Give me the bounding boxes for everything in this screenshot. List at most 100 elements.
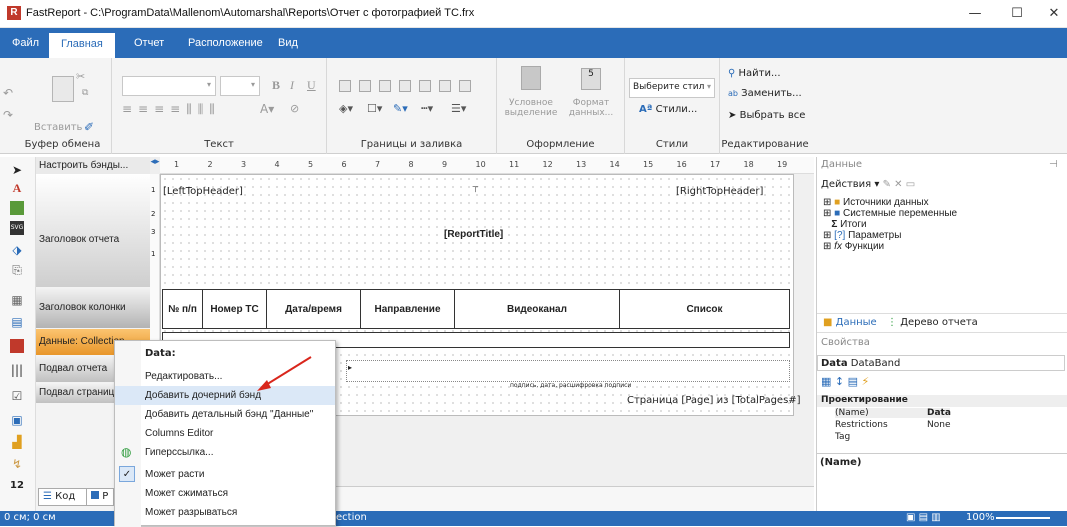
tree-totals[interactable]: Σ Итоги [823,219,957,230]
tab-report-tree[interactable]: ⋮ Дерево отчета [887,317,978,328]
border-none-icon[interactable] [439,80,451,92]
col-videochannel[interactable]: Видеоканал [454,289,620,329]
paste-icon[interactable] [52,76,74,102]
title-bar: R FastReport - C:\ProgramData\Mallenom\A… [0,0,1067,28]
find-button[interactable]: ⚲ Найти... [728,68,781,79]
tab-home[interactable]: Главная [49,33,115,58]
tab-report[interactable]: Отчет [134,37,164,49]
menu-add-detail-band[interactable]: Добавить детальный бэнд "Данные" [115,405,335,424]
data-format-button[interactable]: Формат данных... [563,98,619,118]
prop-restrictions-value[interactable]: None [927,420,1047,430]
align-icons[interactable]: ≡≡≡≡⫼⫼⫼ [122,102,221,117]
expand-icon[interactable]: ▸ [348,363,352,372]
select-all-button[interactable]: ➤ Выбрать все [728,110,805,121]
object-selector[interactable]: Data DataBand [817,355,1065,371]
tab-data[interactable]: ■ Данные [823,317,877,328]
tab-layout[interactable]: Расположение [188,37,263,49]
text-object-icon[interactable]: A [10,181,24,195]
sparkline-icon[interactable]: ↯ [10,457,24,471]
menu-columns-editor[interactable]: Columns Editor [115,424,335,443]
chart-icon[interactable]: ▟ [10,435,24,449]
tree-datasources[interactable]: ⊞ ■ Источники данных [823,197,957,208]
coords-readout: 0 см; 0 см [4,512,56,523]
zoom-slider[interactable] [996,517,1050,519]
right-top-header[interactable]: [RightTopHeader] [676,186,763,197]
prop-name-value[interactable]: Data [927,408,1047,418]
col-list[interactable]: Список [619,289,790,329]
page-footer-text[interactable]: Страница [Page] из [TotalPages#] [627,395,801,406]
replace-button[interactable]: ab Заменить... [728,88,802,99]
conditional-button[interactable]: Условное выделение [503,98,559,118]
line-color-icon[interactable]: ✎▾ [393,102,408,115]
font-name-select[interactable]: ▾ [122,76,216,96]
objects-toolbar: ➤ A SVG ⬗ ⎘ ▦ ▤ ||| ☑ ▣ ▟ ↯ 12 [0,157,36,511]
menu-can-break[interactable]: Может разрываться [115,503,335,522]
italic-button[interactable]: I [290,78,294,93]
line-style-icon[interactable]: ┅▾ [421,102,433,115]
format-painter-icon[interactable]: ✐ [84,120,94,134]
border-right-icon[interactable] [419,80,431,92]
menu-can-grow[interactable]: Может расти [115,465,335,484]
col-direction[interactable]: Направление [360,289,455,329]
band-column-header[interactable]: Заголовок колонки [36,287,150,328]
picture-icon[interactable] [10,201,24,215]
redo-icon[interactable]: ↷ [3,108,13,122]
undo-icon[interactable]: ↶ [3,86,13,100]
props-toolbar-icons[interactable]: ▦ ↕ ▤ ⚡ [821,375,869,388]
border-bottom-icon[interactable] [379,80,391,92]
svg-icon[interactable]: SVG [10,221,24,235]
ruler-corner-icon[interactable]: ◂▸ [150,157,160,174]
style-select[interactable]: Выберите стил ▾ [629,78,715,98]
report-title-field[interactable]: [ReportTitle] [444,229,503,240]
text-color-icon[interactable]: A▾ [260,102,274,116]
frame-color-icon[interactable]: ☐▾ [367,102,382,115]
barcode-icon[interactable]: ||| [10,363,24,377]
bold-button[interactable]: B [272,78,280,93]
maximize-button[interactable]: ☐ [1000,4,1034,24]
table-icon[interactable]: ▦ [10,293,24,307]
font-size-select[interactable]: ▾ [220,76,260,96]
border-top-icon[interactable] [359,80,371,92]
underline-button[interactable]: U [307,78,316,93]
fill-color-icon[interactable]: ◈▾ [339,102,353,115]
rotate-icon[interactable]: ⊘ [290,102,299,115]
checkbox-icon[interactable]: ☑ [10,389,24,403]
shape-icon[interactable]: ⬗ [10,243,24,257]
copy-icon[interactable]: ⧉ [82,88,88,98]
matrix-icon[interactable]: ▤ [10,315,24,329]
col-datetime[interactable]: Дата/время [266,289,361,329]
actions-button[interactable]: Действия ▾ ✎ ✕ ▭ [821,179,915,190]
data-format-icon[interactable]: 5 [581,68,601,90]
tab-file[interactable]: Файл [12,37,39,49]
paste-button[interactable]: Вставить [34,122,82,133]
richtext-icon[interactable] [10,339,24,353]
gauge-icon[interactable]: ▣ [10,413,24,427]
menu-hyperlink[interactable]: Гиперссылка... [115,443,335,462]
line-width-icon[interactable]: ☰▾ [451,102,466,115]
pin-icon[interactable]: ⊣ [1049,159,1058,177]
border-all-icon[interactable] [339,80,351,92]
tab-view[interactable]: Вид [278,37,298,49]
view-mode-icons[interactable]: ▣ ▤ ▥ [906,512,941,523]
conditional-icon[interactable] [521,66,541,90]
props-category[interactable]: Проектирование [817,395,1067,407]
pointer-icon[interactable]: ➤ [10,163,24,177]
signature-box[interactable] [346,360,790,382]
subreport-icon[interactable]: ⎘ [10,263,24,277]
minimize-button[interactable]: — [958,4,992,24]
left-top-header[interactable]: [LeftTopHeader] [163,186,243,197]
page-tab[interactable]: P [86,488,114,506]
border-props-icon[interactable] [459,80,471,92]
configure-bands-button[interactable]: Настроить бэнды... [36,157,150,174]
tree-params[interactable]: ⊞ [?] Параметры [823,230,957,241]
tree-sysvars[interactable]: ⊞ ■ Системные переменные [823,208,957,219]
close-button[interactable]: ✕ [1037,4,1067,24]
zip-icon[interactable]: 12 [10,479,24,493]
menu-can-shrink[interactable]: Может сжиматься [115,484,335,503]
col-plate[interactable]: Номер ТС [202,289,267,329]
tree-functions[interactable]: ⊞ fx Функции [823,241,957,252]
cut-icon[interactable]: ✂ [76,70,85,83]
col-number[interactable]: № п/п [162,289,203,329]
styles-button[interactable]: Aª Стили... [639,104,697,115]
border-left-icon[interactable] [399,80,411,92]
